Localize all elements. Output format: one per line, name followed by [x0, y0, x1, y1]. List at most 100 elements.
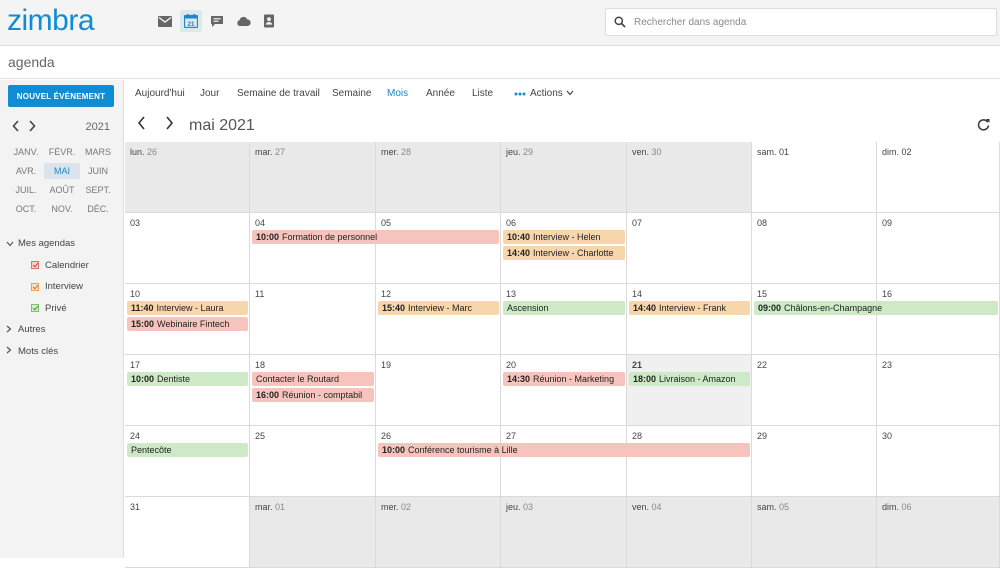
calendar-event[interactable]: 11:40 Interview - Laura: [127, 301, 248, 315]
next-month-icon[interactable]: [165, 116, 174, 135]
day-view-button[interactable]: Jour: [200, 88, 219, 99]
day-cell[interactable]: 11: [250, 284, 376, 355]
day-cell[interactable]: jeu. 29: [501, 142, 627, 213]
cloud-icon[interactable]: [232, 10, 254, 32]
tree-item-calendrier[interactable]: Calendrier: [6, 255, 122, 277]
tree-others[interactable]: Autres: [6, 319, 122, 341]
prev-month-icon[interactable]: [137, 116, 146, 135]
day-cell[interactable]: sam. 05: [752, 497, 877, 568]
day-cell[interactable]: 12: [376, 284, 501, 355]
year-view-button[interactable]: Année: [426, 88, 455, 99]
search-input[interactable]: [634, 13, 984, 31]
calendar-event[interactable]: 15:00 Webinaire Fintech: [127, 317, 248, 331]
day-cell[interactable]: mar. 01: [250, 497, 376, 568]
chat-icon[interactable]: [206, 10, 228, 32]
day-cell[interactable]: 13: [501, 284, 627, 355]
day-cell[interactable]: 28: [627, 426, 752, 497]
calendar-event[interactable]: 09:00 Châlons-en-Champagne: [754, 301, 998, 315]
calendar-event[interactable]: 10:00 Conférence tourisme à Lille: [378, 443, 750, 457]
interview-checkbox[interactable]: [31, 282, 39, 291]
month-oct[interactable]: OCT.: [8, 201, 44, 217]
day-cell[interactable]: 07: [627, 213, 752, 284]
month-view-button[interactable]: Mois: [387, 88, 408, 99]
day-cell[interactable]: dim. 06: [877, 497, 1000, 568]
tree-tags[interactable]: Mots clés: [6, 341, 122, 363]
month-dec[interactable]: DÉC.: [80, 201, 116, 217]
day-cell[interactable]: 31: [125, 497, 250, 568]
day-cell[interactable]: 17: [125, 355, 250, 426]
calendar-event[interactable]: Contacter le Routard: [252, 372, 374, 386]
day-cell[interactable]: lun. 26: [125, 142, 250, 213]
calendar-event[interactable]: Pentecôte: [127, 443, 248, 457]
calendar-event[interactable]: 10:00 Formation de personnel: [252, 230, 499, 244]
calendar-icon[interactable]: 21: [180, 10, 202, 32]
day-cell[interactable]: 09: [877, 213, 1000, 284]
month-may[interactable]: MAI: [44, 163, 80, 179]
calendar-event[interactable]: 10:40 Interview - Helen: [503, 230, 625, 244]
day-cell[interactable]: 22: [752, 355, 877, 426]
day-cell[interactable]: 05: [376, 213, 501, 284]
new-event-button[interactable]: NOUVEL ÉVÉNEMENT: [8, 85, 114, 107]
chevron-right-icon[interactable]: [6, 325, 18, 335]
day-cell[interactable]: 20: [501, 355, 627, 426]
month-sep[interactable]: SEPT.: [80, 182, 116, 198]
day-cell[interactable]: 29: [752, 426, 877, 497]
today-button[interactable]: Aujourd'hui: [135, 88, 185, 99]
month-nov[interactable]: NOV.: [44, 201, 80, 217]
zimbra-logo[interactable]: zimbra: [7, 4, 95, 38]
month-feb[interactable]: FÉVR.: [44, 144, 80, 160]
actions-menu[interactable]: Actions: [530, 88, 574, 99]
day-cell[interactable]: mer. 28: [376, 142, 501, 213]
calendar-event[interactable]: 16:00 Réunion - comptabil: [252, 388, 374, 402]
day-cell[interactable]: 24: [125, 426, 250, 497]
month-jun[interactable]: JUIN: [80, 163, 116, 179]
day-cell[interactable]: mar. 27: [250, 142, 376, 213]
tree-my-calendars[interactable]: Mes agendas: [6, 233, 122, 255]
list-view-button[interactable]: Liste: [472, 88, 493, 99]
prive-checkbox[interactable]: [31, 304, 39, 313]
day-cell[interactable]: 03: [125, 213, 250, 284]
month-aug[interactable]: AOÛT: [44, 182, 80, 198]
calendar-event[interactable]: 18:00 Livraison - Amazon: [629, 372, 750, 386]
search-icon[interactable]: [614, 15, 626, 33]
calendar-event[interactable]: 14:30 Réunion - Marketing: [503, 372, 625, 386]
chevron-right-icon[interactable]: [6, 346, 18, 356]
calendar-event[interactable]: 15:40 Interview - Marc: [378, 301, 499, 315]
day-cell[interactable]: 19: [376, 355, 501, 426]
month-jan[interactable]: JANV.: [8, 144, 44, 160]
day-cell[interactable]: 23: [877, 355, 1000, 426]
month-apr[interactable]: AVR.: [8, 163, 44, 179]
calendar-event[interactable]: 10:00 Dentiste: [127, 372, 248, 386]
day-cell[interactable]: sam. 01: [752, 142, 877, 213]
calendar-event[interactable]: Ascension: [503, 301, 625, 315]
week-view-button[interactable]: Semaine: [332, 88, 371, 99]
calendar-event[interactable]: 14:40 Interview - Frank: [629, 301, 750, 315]
mail-icon[interactable]: [154, 10, 176, 32]
day-cell[interactable]: 15: [752, 284, 877, 355]
day-cell[interactable]: 26: [376, 426, 501, 497]
calendrier-checkbox[interactable]: [31, 261, 39, 270]
month-jul[interactable]: JUIL.: [8, 182, 44, 198]
chevron-down-icon[interactable]: [6, 239, 18, 249]
work-week-view-button[interactable]: Semaine de travail: [237, 88, 320, 99]
calendar-event[interactable]: 14:40 Interview - Charlotte: [503, 246, 625, 260]
refresh-icon[interactable]: [977, 118, 990, 136]
contacts-icon[interactable]: [258, 10, 280, 32]
day-cell[interactable]: ven. 04: [627, 497, 752, 568]
day-cell[interactable]: 08: [752, 213, 877, 284]
day-cell[interactable]: 04: [250, 213, 376, 284]
day-cell[interactable]: 14: [627, 284, 752, 355]
tree-item-interview[interactable]: Interview: [6, 276, 122, 298]
day-cell[interactable]: dim. 02: [877, 142, 1000, 213]
day-cell[interactable]: 16: [877, 284, 1000, 355]
day-cell[interactable]: jeu. 03: [501, 497, 627, 568]
day-cell[interactable]: 27: [501, 426, 627, 497]
month-mar[interactable]: MARS: [80, 144, 116, 160]
prev-year-icon[interactable]: [12, 120, 20, 134]
day-cell[interactable]: ven. 30: [627, 142, 752, 213]
next-year-icon[interactable]: [28, 120, 36, 134]
more-dots-icon[interactable]: [514, 88, 526, 99]
day-cell[interactable]: 25: [250, 426, 376, 497]
tree-item-prive[interactable]: Privé: [6, 298, 122, 320]
day-cell[interactable]: 30: [877, 426, 1000, 497]
